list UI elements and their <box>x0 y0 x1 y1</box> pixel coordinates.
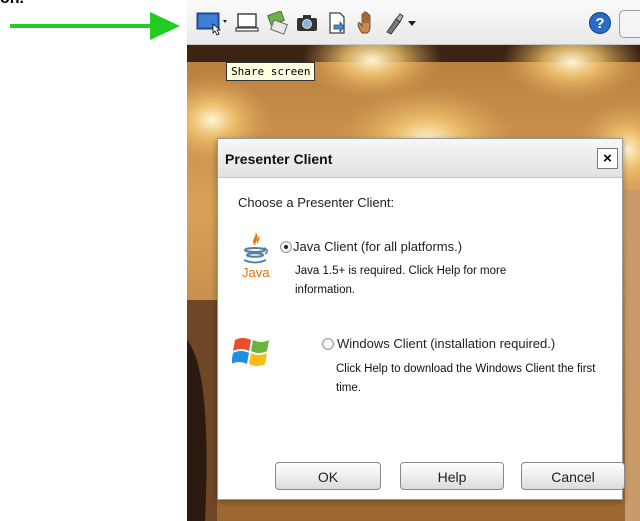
java-client-label[interactable]: Java Client (for all platforms.) <box>293 239 462 254</box>
toolbar: ? <box>187 0 640 45</box>
share-screen-icon <box>196 12 227 36</box>
camera-icon <box>297 15 317 31</box>
annotation-arrow <box>10 12 180 40</box>
pointer-tool-button[interactable] <box>384 10 420 36</box>
cropped-heading-text: on. <box>0 0 24 8</box>
whiteboard-icon <box>235 13 259 32</box>
cancel-button[interactable]: Cancel <box>521 462 625 490</box>
radio-selected-dot <box>284 245 288 249</box>
windows-client-radio[interactable] <box>322 338 334 350</box>
dialog-title: Presenter Client <box>225 151 333 167</box>
share-screen-button[interactable] <box>196 10 230 36</box>
windows-client-description: Click Help to download the Windows Clien… <box>336 363 596 394</box>
app-window: ? Share screen Presenter Client × Choose… <box>187 0 640 521</box>
java-logo-icon <box>243 230 269 264</box>
java-client-radio[interactable] <box>280 241 292 253</box>
share-document-icon <box>329 12 345 34</box>
windows-logo-icon <box>232 338 269 366</box>
hand-raise-button[interactable] <box>354 10 380 36</box>
java-client-description: Java 1.5+ is required. Click Help for mo… <box>295 265 507 296</box>
help-button[interactable]: ? <box>587 10 613 36</box>
hand-icon <box>357 11 371 34</box>
close-button[interactable]: × <box>597 148 618 169</box>
share-screen-tooltip: Share screen <box>226 62 316 81</box>
windows-client-label[interactable]: Windows Client (installation required.) <box>337 336 555 351</box>
toolbar-cropped-control[interactable] <box>619 10 640 38</box>
svg-text:?: ? <box>595 15 604 32</box>
share-document-button[interactable] <box>324 10 350 36</box>
help-dialog-button[interactable]: Help <box>400 462 504 490</box>
dialog-prompt: Choose a Presenter Client: <box>238 195 395 210</box>
help-icon: ? <box>589 12 611 34</box>
share-application-button[interactable] <box>264 10 290 36</box>
java-logo-text: Java <box>242 265 270 280</box>
presenter-client-dialog: Presenter Client × Choose a Presenter Cl… <box>217 138 625 500</box>
share-application-icon <box>267 11 288 35</box>
whiteboard-button[interactable] <box>234 10 260 36</box>
pointer-tool-icon <box>386 13 416 35</box>
dialog-titlebar: Presenter Client × <box>218 139 622 178</box>
camera-button[interactable] <box>294 10 320 36</box>
close-icon: × <box>603 150 612 167</box>
ok-button[interactable]: OK <box>275 462 381 490</box>
